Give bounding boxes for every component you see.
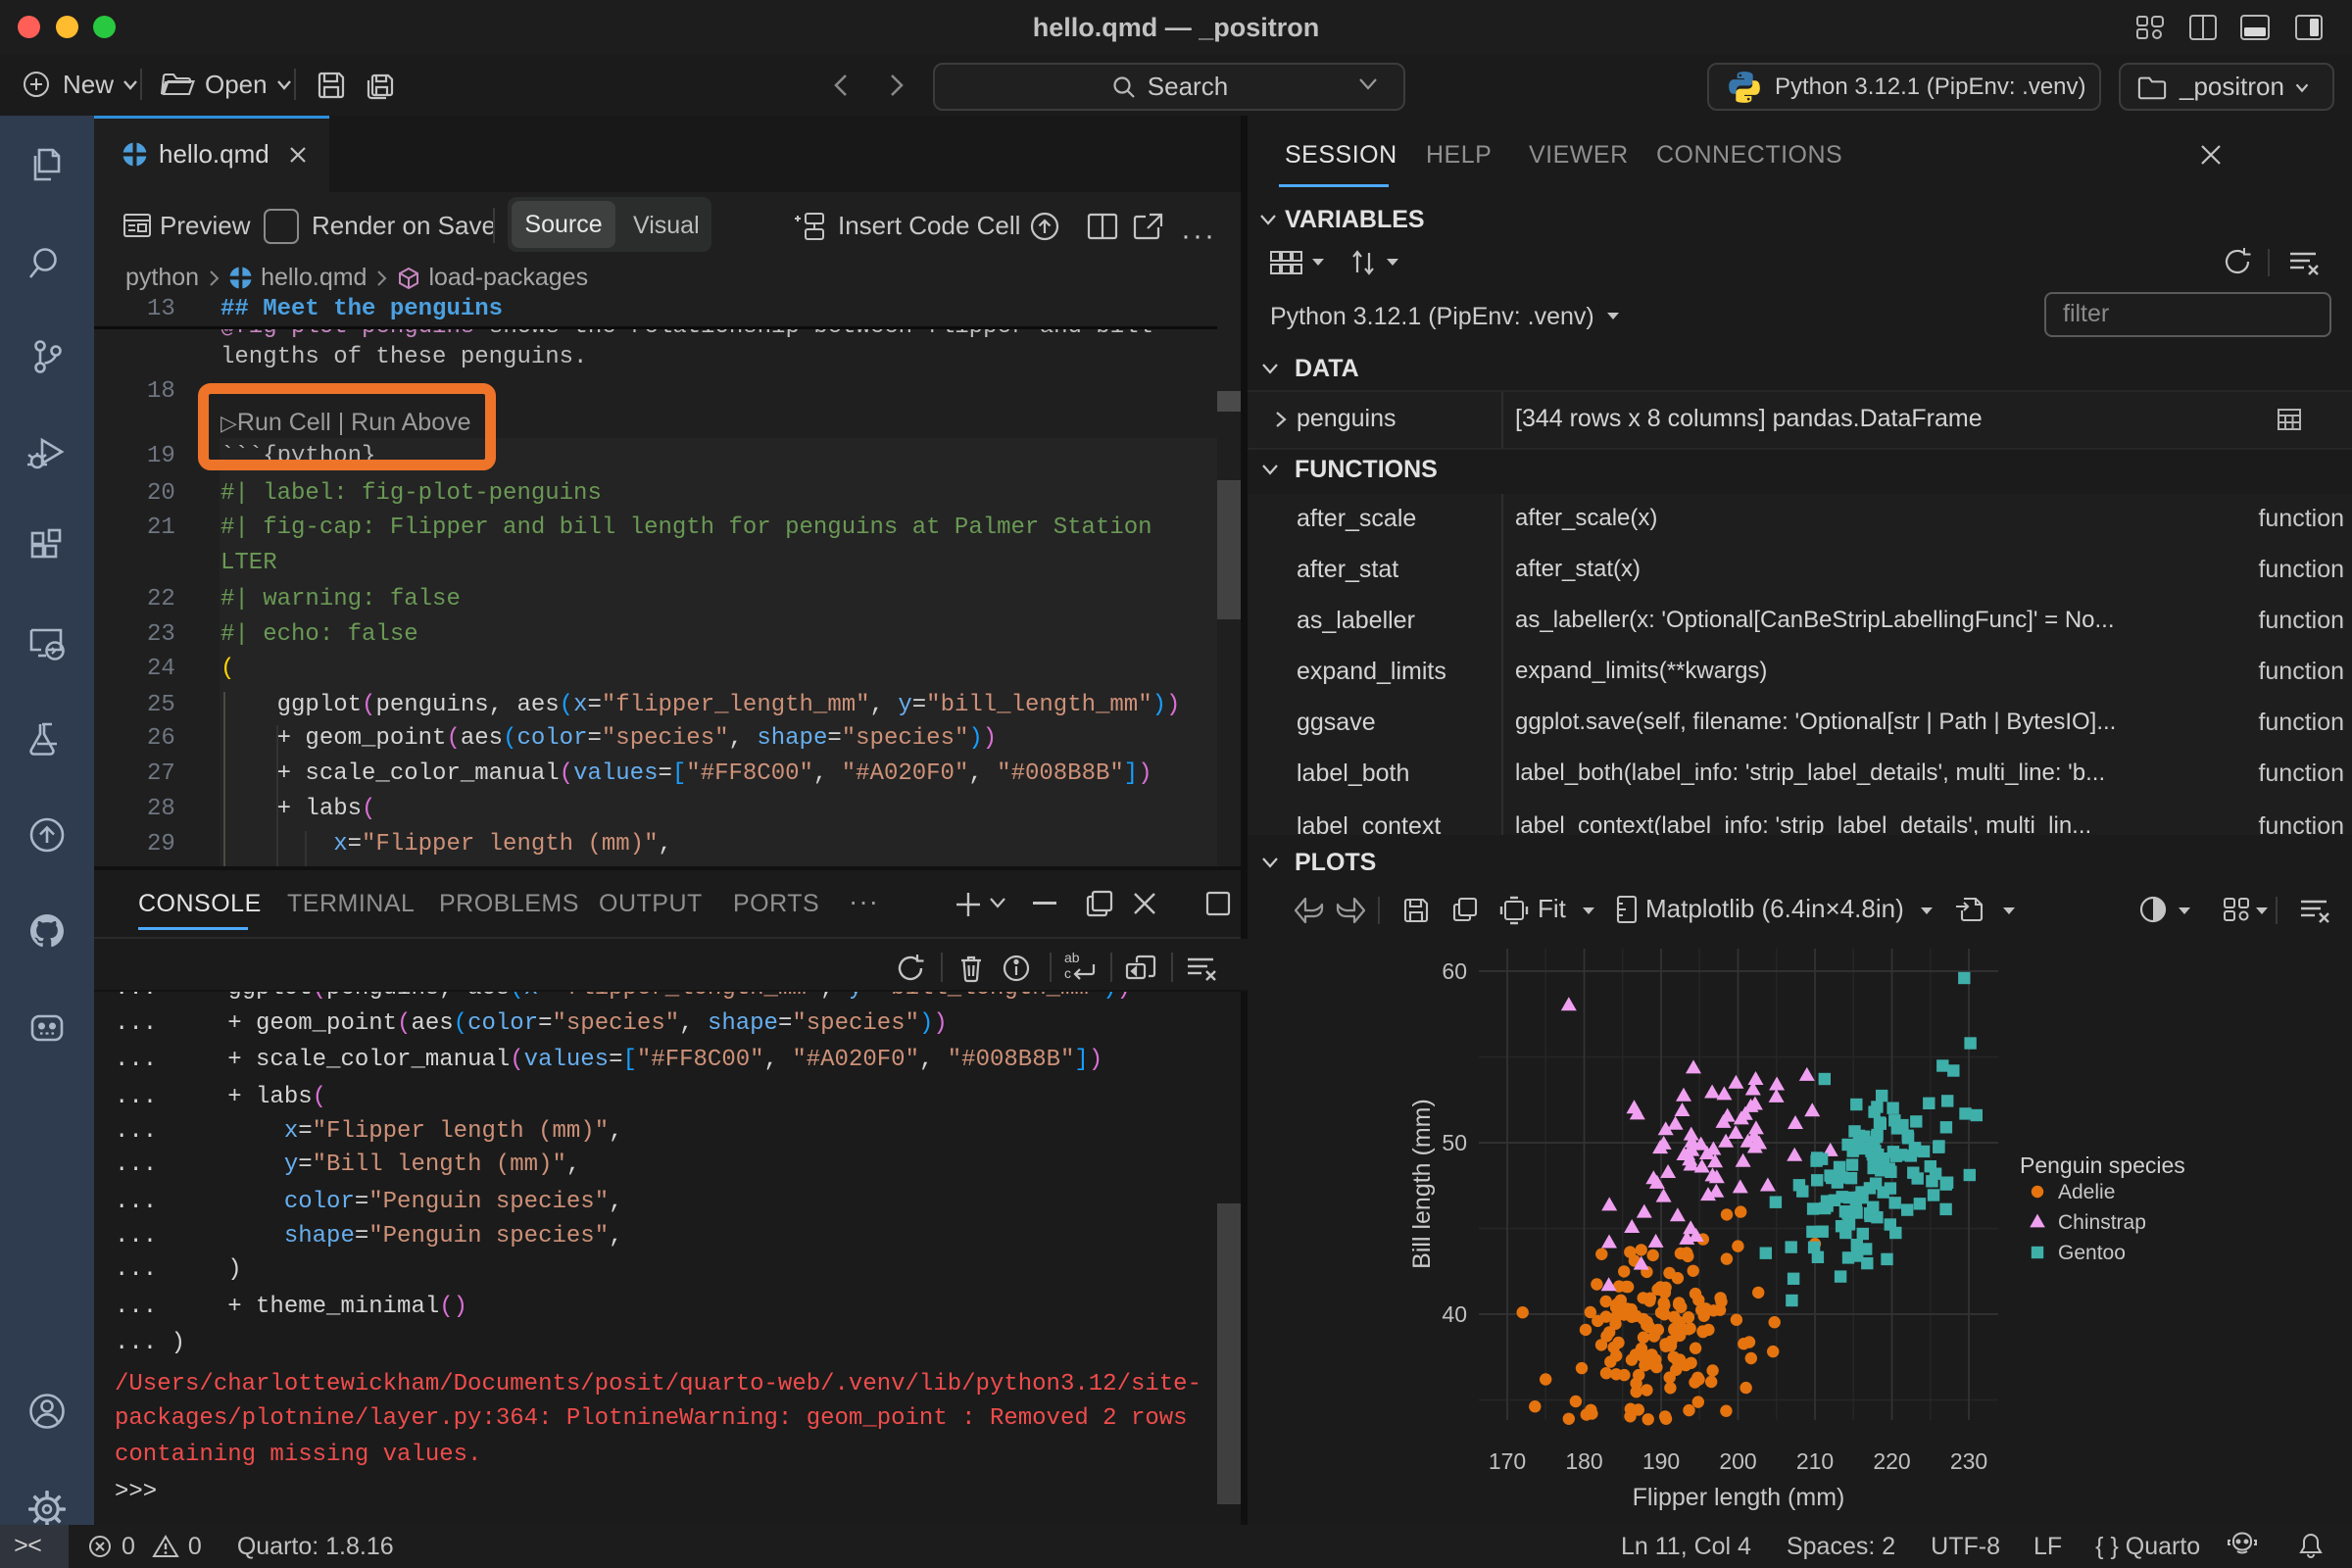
svg-text:200: 200 — [1719, 1448, 1756, 1474]
svg-text:190: 190 — [1642, 1448, 1680, 1474]
svg-text:180: 180 — [1565, 1448, 1602, 1474]
svg-text:Penguin species: Penguin species — [2020, 1152, 2185, 1178]
svg-text:Chinstrap: Chinstrap — [2058, 1211, 2146, 1234]
svg-text:Gentoo: Gentoo — [2058, 1242, 2126, 1264]
svg-text:Bill length (mm): Bill length (mm) — [1408, 1099, 1436, 1269]
svg-text:60: 60 — [1442, 958, 1467, 984]
svg-text:40: 40 — [1442, 1301, 1467, 1327]
svg-text:Adelie: Adelie — [2058, 1181, 2115, 1203]
svg-text:170: 170 — [1489, 1448, 1526, 1474]
svg-text:Flipper length (mm): Flipper length (mm) — [1633, 1484, 1845, 1511]
svg-text:c: c — [1064, 965, 1071, 981]
svg-text:230: 230 — [1950, 1448, 1987, 1474]
svg-text:210: 210 — [1796, 1448, 1834, 1474]
svg-text:ab: ab — [1064, 951, 1080, 965]
svg-text:50: 50 — [1442, 1130, 1467, 1155]
svg-text:220: 220 — [1873, 1448, 1910, 1474]
